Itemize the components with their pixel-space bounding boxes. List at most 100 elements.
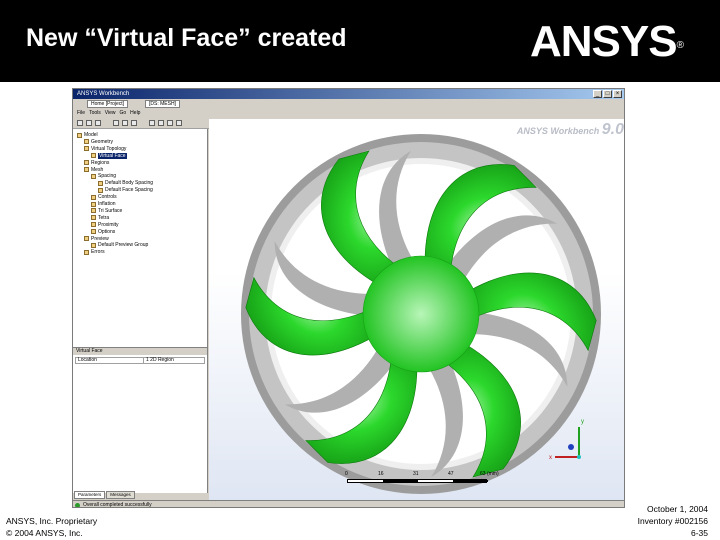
tree-node-icon	[84, 146, 89, 152]
tree-item-inflation[interactable]: Inflation	[91, 201, 116, 207]
face-select-icon[interactable]	[158, 120, 164, 126]
tab-messages[interactable]: Messages	[106, 491, 135, 499]
tree-item-default-face-spacing[interactable]: Default Face Spacing	[98, 187, 153, 193]
copyright-notice: © 2004 ANSYS, Inc.	[6, 528, 83, 538]
tree-node-icon	[98, 187, 103, 193]
tree-item-label: Default Body Spacing	[105, 180, 154, 187]
tree-item-tri-surface[interactable]: Tri Surface	[91, 208, 122, 214]
impeller-hub[interactable]	[362, 255, 480, 373]
slide-header: New “Virtual Face” created ANSYS®	[0, 0, 720, 82]
tree-item-default-body-spacing[interactable]: Default Body Spacing	[98, 180, 153, 186]
tree-item-proximity[interactable]: Proximity	[91, 222, 119, 228]
logo-text: ANSYS	[530, 17, 678, 66]
tree-item-label: Proximity	[98, 221, 119, 228]
tree-item-model[interactable]: Model	[77, 132, 98, 138]
scale-label: 47	[448, 471, 454, 477]
tree-item-default-preview-group[interactable]: Default Preview Group	[91, 242, 148, 248]
tree-node-icon	[84, 236, 89, 241]
close-button[interactable]: ×	[613, 90, 622, 98]
tree-item-options[interactable]: Options	[91, 229, 115, 235]
workbench-window: ANSYS Workbench _ □ × Home [Project] [DS…	[72, 88, 625, 508]
tree-item-label: Options	[98, 228, 116, 235]
tree-item-label: Controls	[98, 194, 117, 201]
tree-item-label: Model	[84, 132, 98, 138]
details-row-location[interactable]: Location 1 2D Region	[75, 357, 205, 364]
scale-ruler: 0 16 31 47 63 (mm)	[345, 471, 505, 495]
preview-icon[interactable]	[131, 120, 137, 126]
tree-item-spacing[interactable]: Spacing	[91, 173, 116, 179]
menu-file[interactable]: File	[77, 109, 85, 118]
proprietary-notice: ANSYS, Inc. Proprietary	[6, 516, 98, 526]
tree-item-label: Tetra	[98, 214, 110, 221]
window-title: ANSYS Workbench	[77, 91, 130, 97]
tree-item-virtual-topology[interactable]: Virtual Topology	[84, 146, 126, 152]
tree-node-icon	[77, 132, 82, 138]
footer-left: ANSYS, Inc. Proprietary © 2004 ANSYS, In…	[6, 515, 97, 539]
tree-item-regions[interactable]: Regions	[84, 160, 109, 166]
edge-select-icon[interactable]	[167, 120, 173, 126]
menu-view[interactable]: View	[105, 109, 116, 118]
tree-item-label: Regions	[91, 159, 110, 166]
scale-segment	[383, 480, 418, 482]
save-icon[interactable]	[95, 120, 101, 126]
window-titlebar: ANSYS Workbench _ □ ×	[73, 89, 624, 99]
tree-item-errors[interactable]: Errors	[84, 249, 105, 255]
status-bar: Overall completed successfully	[73, 500, 624, 508]
generate-icon[interactable]	[122, 120, 128, 126]
status-ok-icon	[75, 503, 80, 507]
tree-icon[interactable]	[113, 120, 119, 126]
tab-home-project[interactable]: Home [Project]	[87, 100, 129, 108]
scale-label: 63 (mm)	[480, 471, 499, 477]
tree-node-icon	[84, 167, 89, 172]
details-key: Location	[76, 358, 144, 363]
tree-item-label: Errors	[91, 249, 105, 256]
tree-item-label: Default Preview Group	[98, 242, 149, 249]
tree-node-icon	[84, 139, 89, 145]
tree-item-mesh[interactable]: Mesh	[84, 167, 103, 173]
axis-triad	[555, 427, 581, 459]
graphics-viewport[interactable]: ANSYS Workbench 9.0 0 16 31 47 63 (mm) y…	[209, 119, 624, 500]
footer-right: October 1, 2004 Inventory #002156 6-35	[638, 503, 708, 539]
tree-node-icon	[84, 160, 89, 166]
footer-inventory: Inventory #002156	[637, 516, 708, 526]
vertex-select-icon[interactable]	[176, 120, 182, 126]
details-header: Virtual Face	[73, 348, 207, 355]
tree-node-icon	[91, 201, 96, 207]
back-icon[interactable]	[77, 120, 83, 126]
tab-parameters[interactable]: Parameters	[74, 491, 106, 499]
tree-item-geometry[interactable]: Geometry	[84, 139, 113, 145]
minimize-button[interactable]: _	[593, 90, 602, 98]
y-axis-label: y	[581, 419, 584, 425]
tree-node-icon	[91, 194, 96, 200]
tree-item-tetra[interactable]: Tetra	[91, 215, 109, 221]
tree-node-icon	[91, 229, 96, 235]
x-axis-label: x	[549, 455, 552, 461]
tree-item-virtual-face[interactable]: Virtual Face	[91, 152, 127, 159]
tree-item-label: Mesh	[91, 166, 104, 173]
tree-item-label: Spacing	[98, 173, 117, 180]
scale-label: 16	[378, 471, 384, 477]
select-icon[interactable]	[149, 120, 155, 126]
maximize-button[interactable]: □	[603, 90, 612, 98]
tab-ds-mesh[interactable]: [DS: MESH]	[145, 100, 180, 108]
tree-item-preview[interactable]: Preview	[84, 236, 109, 242]
scale-segment	[453, 480, 488, 482]
scale-segment	[348, 480, 383, 482]
menu-help[interactable]: Help	[130, 109, 140, 118]
scale-segment	[418, 480, 453, 482]
brand-text: ANSYS Workbench	[516, 126, 600, 136]
menu-tools[interactable]: Tools	[89, 109, 101, 118]
tree-node-icon	[91, 173, 96, 179]
brand-version: 9.0	[601, 121, 624, 138]
status-text: Overall completed successfully	[83, 502, 152, 508]
menu-go[interactable]: Go	[120, 109, 127, 118]
forward-icon[interactable]	[86, 120, 92, 126]
tree-item-controls[interactable]: Controls	[91, 194, 117, 200]
footer-page-number: 6-35	[690, 528, 708, 538]
tree-node-icon	[98, 180, 103, 186]
scale-track	[347, 479, 488, 483]
document-tabbar: Home [Project] [DS: MESH]	[73, 99, 624, 109]
workbench-brand: ANSYS Workbench 9.0	[517, 121, 624, 139]
tree-item-label: Tri Surface	[98, 207, 123, 214]
ansys-logo: ANSYS®	[530, 17, 684, 66]
